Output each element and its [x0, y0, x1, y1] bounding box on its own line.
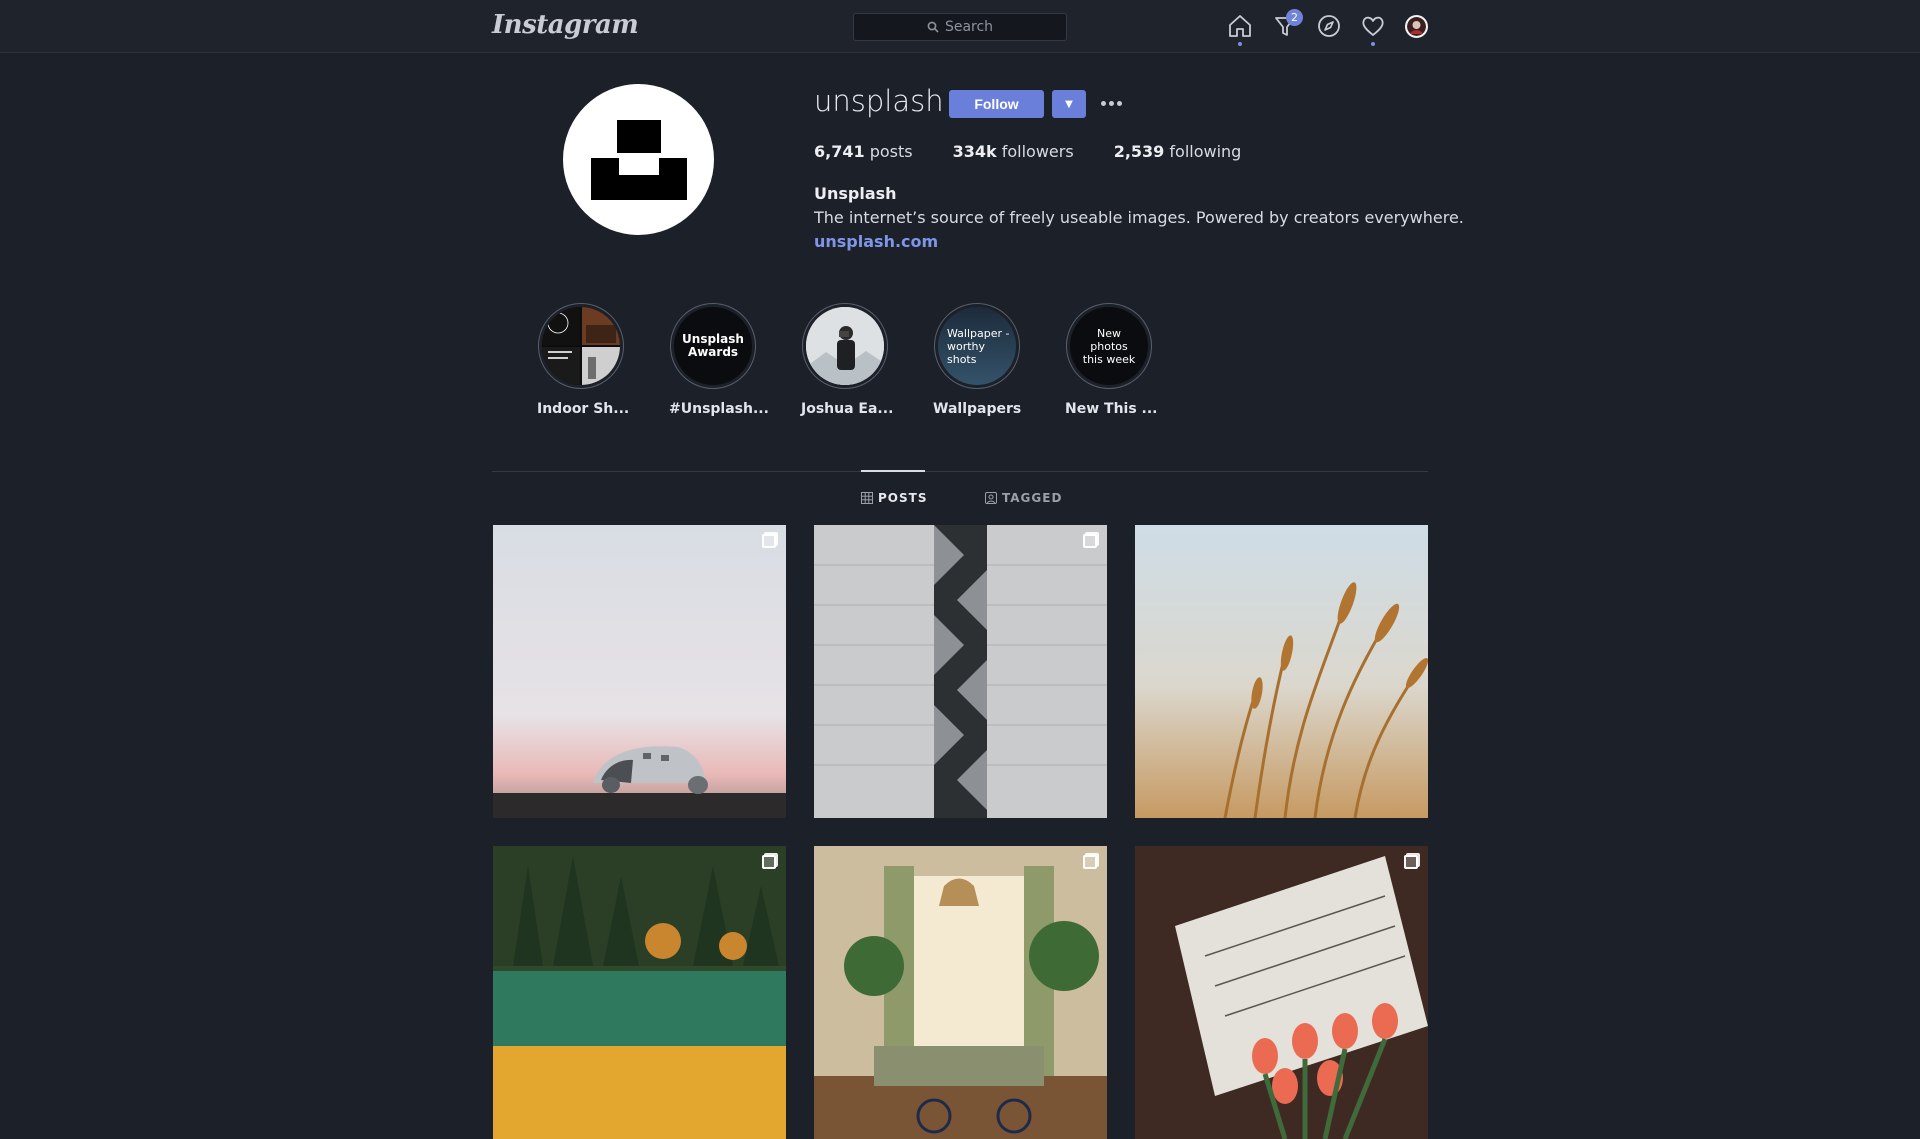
- followers-stat[interactable]: 334k followers: [953, 142, 1074, 161]
- story-highlight-indoor[interactable]: Indoor Sh...: [537, 303, 630, 417]
- story-highlight-new-this-week[interactable]: New photos this week New This ...: [1065, 303, 1158, 417]
- post-thumbnail[interactable]: [814, 846, 1107, 1139]
- highlight-label: Wallpapers: [933, 401, 1022, 417]
- following-count: 2,539: [1113, 142, 1165, 161]
- tabs-divider: [492, 471, 1428, 472]
- instagram-logo[interactable]: Instagram: [492, 10, 639, 40]
- carousel-icon: [762, 534, 776, 548]
- highlight-label: Joshua Ea...: [801, 401, 894, 417]
- active-tab-indicator: [861, 470, 925, 472]
- highlight-ring: Unsplash Awards: [670, 303, 756, 389]
- profile-username: unsplash: [814, 84, 944, 118]
- followers-count: 334k: [952, 142, 997, 161]
- profile-website-link[interactable]: unsplash.com: [814, 232, 938, 251]
- following-stat[interactable]: 2,539 following: [1114, 142, 1242, 161]
- post-image-airplane: [493, 525, 786, 818]
- search-icon: [927, 21, 939, 33]
- highlight-cover: [542, 307, 620, 385]
- profile-picture[interactable]: [563, 84, 714, 235]
- posts-stat: 6,741 posts: [814, 142, 913, 161]
- post-thumbnail[interactable]: [493, 525, 786, 818]
- activity-heart-button[interactable]: [1359, 12, 1387, 46]
- highlight-label: #Unsplash...: [669, 401, 769, 417]
- tab-posts[interactable]: POSTS: [861, 491, 927, 505]
- photographer-image: [806, 307, 884, 385]
- carousel-icon: [1404, 855, 1418, 869]
- activity-unread-dot: [1371, 42, 1375, 46]
- tagged-user-icon: [985, 492, 997, 504]
- followers-label: followers: [1001, 142, 1074, 161]
- highlight-label: Indoor Sh...: [537, 401, 630, 417]
- home-button[interactable]: [1226, 12, 1254, 46]
- post-image-stairwell: [814, 525, 1107, 818]
- highlight-cover-text: Unsplash Awards: [674, 307, 752, 385]
- highlight-ring: Wallpaper -worthy shots: [934, 303, 1020, 389]
- grid-icon: [861, 492, 873, 504]
- carousel-icon: [1083, 855, 1097, 869]
- highlight-ring: [538, 303, 624, 389]
- carousel-icon: [762, 855, 776, 869]
- highlight-ring: New photos this week: [1066, 303, 1152, 389]
- unsplash-logo-icon: [590, 119, 687, 200]
- highlight-cover: [806, 307, 884, 385]
- posts-label: posts: [869, 142, 913, 161]
- compass-icon: [1318, 15, 1340, 37]
- suggested-accounts-dropdown-button[interactable]: ▼: [1052, 90, 1086, 118]
- highlight-collage-image: [542, 307, 620, 385]
- explore-button[interactable]: [1315, 12, 1343, 40]
- notification-badge: 2: [1286, 9, 1303, 26]
- post-image-wheat: [1135, 525, 1428, 818]
- post-image-forest-lake: [493, 846, 786, 1139]
- chevron-down-icon: ▼: [1065, 98, 1073, 110]
- tab-tagged[interactable]: TAGGED: [985, 491, 1062, 505]
- post-image-bedroom: [814, 846, 1107, 1139]
- ellipsis-dot: [1116, 100, 1122, 106]
- post-thumbnail[interactable]: [1135, 525, 1428, 818]
- posts-count: 6,741: [814, 142, 865, 161]
- carousel-icon: [1083, 534, 1097, 548]
- top-navigation-bar: Instagram Search 2: [0, 0, 1920, 53]
- avatar-icon: [1407, 17, 1426, 36]
- highlight-cover-text: New photos this week: [1070, 307, 1148, 385]
- search-placeholder: Search: [944, 19, 994, 35]
- home-icon: [1229, 15, 1251, 37]
- home-active-dot: [1238, 42, 1242, 46]
- profile-full-name: Unsplash: [814, 184, 897, 203]
- profile-stats: 6,741 posts 334k followers 2,539 followi…: [814, 142, 1241, 161]
- post-thumbnail[interactable]: [1135, 846, 1428, 1139]
- search-input[interactable]: Search: [853, 13, 1067, 41]
- tab-posts-label: POSTS: [878, 491, 928, 505]
- activity-button[interactable]: 2: [1271, 9, 1303, 40]
- highlight-cover-text: Wallpaper -worthy shots: [938, 307, 1016, 385]
- ellipsis-dot: [1108, 100, 1114, 106]
- following-label: following: [1169, 142, 1242, 161]
- more-options-button[interactable]: [1098, 92, 1124, 114]
- profile-bio: The internet’s source of freely useable …: [814, 208, 1464, 227]
- follow-button[interactable]: Follow: [949, 90, 1044, 118]
- tab-tagged-label: TAGGED: [1002, 491, 1063, 505]
- profile-avatar-button[interactable]: [1405, 15, 1428, 38]
- post-thumbnail[interactable]: [493, 846, 786, 1139]
- heart-icon: [1362, 16, 1384, 36]
- highlight-label: New This ...: [1065, 401, 1158, 417]
- highlight-ring: [802, 303, 888, 389]
- post-image-tulips-newspaper: [1135, 846, 1428, 1139]
- story-highlight-awards[interactable]: Unsplash Awards #Unsplash...: [669, 303, 769, 417]
- story-highlight-wallpapers[interactable]: Wallpaper -worthy shots Wallpapers: [933, 303, 1021, 417]
- post-thumbnail[interactable]: [814, 525, 1107, 818]
- story-highlight-joshua[interactable]: Joshua Ea...: [801, 303, 894, 417]
- ellipsis-icon: [1100, 100, 1106, 106]
